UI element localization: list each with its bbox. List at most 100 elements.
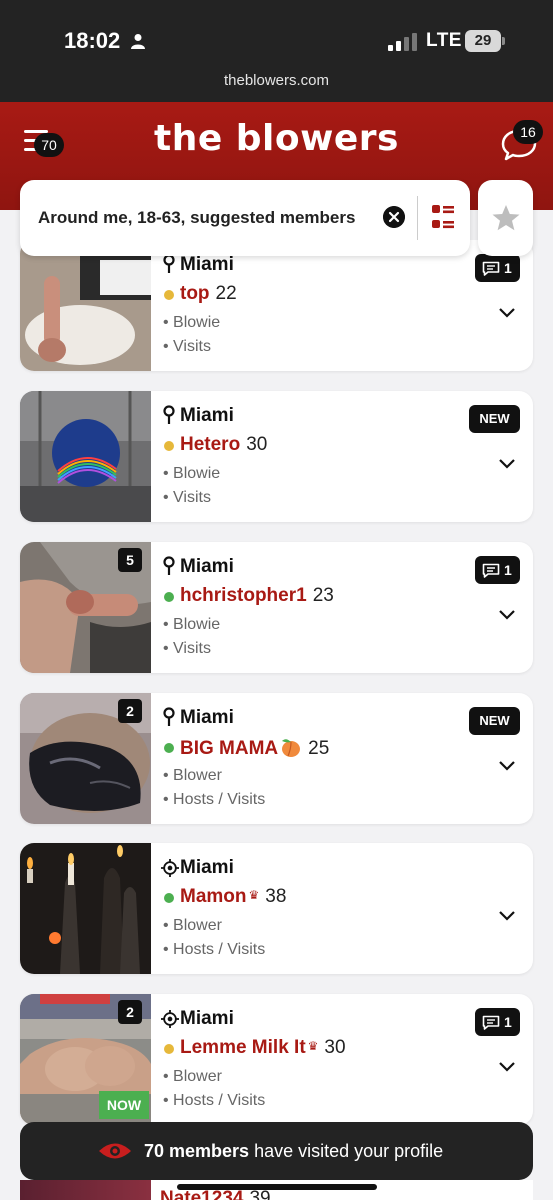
member-card[interactable]: 2 Miami BIG MAMA 25 • Blower • Hosts / Vi… (20, 693, 533, 824)
member-name[interactable]: Lemme Milk It (180, 1037, 306, 1058)
chevron-down-icon[interactable] (498, 909, 516, 923)
page: 18:02 LTE 29 theblowers.com 70 the blowe… (0, 0, 553, 1200)
member-photo[interactable] (20, 240, 151, 371)
chevron-down-icon[interactable] (498, 306, 516, 320)
online-now-badge: NOW (99, 1091, 149, 1119)
status-bar: 18:02 LTE 29 theblowers.com (0, 0, 553, 102)
logo[interactable]: the blowers (0, 118, 553, 159)
member-meet: • Hosts / Visits (163, 941, 266, 958)
gps-icon (161, 859, 179, 877)
status-away-dot (164, 1044, 174, 1054)
member-age: 30 (246, 434, 268, 455)
member-name-line[interactable]: top 22 (180, 283, 237, 305)
member-card[interactable]: 5 Miami hchristopher1 23 • Blowie • Visit… (20, 542, 533, 673)
message-count-badge[interactable]: 1 (475, 1008, 520, 1036)
member-location: Miami (180, 707, 234, 728)
member-name-line[interactable]: hchristopher1 23 (180, 585, 334, 607)
chevron-down-icon[interactable] (498, 457, 516, 471)
member-role: • Blowie (163, 465, 221, 482)
new-badge: NEW (469, 405, 520, 433)
member-location: Miami (180, 556, 234, 577)
member-photo[interactable] (20, 1180, 151, 1200)
message-count-badge[interactable]: 1 (475, 254, 520, 282)
message-count-badge[interactable]: 1 (475, 556, 520, 584)
peach-emoji-icon (282, 739, 301, 757)
eye-icon (99, 1143, 131, 1159)
member-age: 25 (308, 738, 330, 759)
photo-count-badge: 2 (118, 699, 142, 723)
member-role: • Blower (163, 1068, 222, 1085)
member-name[interactable]: top (180, 283, 210, 304)
photo-count-badge: 5 (118, 548, 142, 572)
pin-icon (163, 556, 175, 575)
member-role: • Blower (163, 767, 222, 784)
member-meet: • Visits (163, 489, 211, 506)
network-type: LTE (426, 30, 462, 51)
member-name-line[interactable]: Mamon ♛ 38 (180, 886, 286, 908)
new-badge: NEW (469, 707, 520, 735)
status-time: 18:02 (64, 28, 121, 53)
chevron-down-icon[interactable] (498, 1060, 516, 1074)
photo-count-badge: 2 (118, 1000, 142, 1024)
toast-message: 70 members have visited your profile (144, 1141, 444, 1161)
star-icon (492, 205, 520, 231)
person-icon (131, 34, 145, 49)
member-name-line[interactable]: Lemme Milk It ♛ 30 (180, 1037, 346, 1059)
crown-icon: ♛ (307, 1039, 319, 1053)
member-list: Miami top 22 • Blowie • Visits 1 Miami H… (0, 240, 553, 1200)
member-location: Miami (180, 857, 234, 878)
pin-icon (163, 707, 175, 726)
visitors-toast[interactable]: 70 members have visited your profile (20, 1122, 533, 1180)
member-name-line[interactable]: BIG MAMA 25 (180, 736, 329, 760)
list-view-icon[interactable] (430, 202, 456, 232)
member-location: Miami (180, 254, 234, 275)
member-role: • Blowie (163, 616, 221, 633)
chevron-down-icon[interactable] (498, 608, 516, 622)
divider (417, 196, 418, 240)
member-photo[interactable] (20, 391, 151, 522)
member-meet: • Hosts / Visits (163, 1092, 266, 1109)
signal-icon (388, 33, 417, 51)
member-name[interactable]: Mamon (180, 886, 247, 907)
search-filter-bar[interactable]: Around me, 18-63, suggested members (20, 180, 470, 256)
member-age: 30 (324, 1037, 346, 1058)
member-card[interactable]: Miami Mamon ♛ 38 • Blower • Hosts / Visits (20, 843, 533, 974)
status-online-dot (164, 893, 174, 903)
pin-icon (163, 254, 175, 273)
clear-filter-icon[interactable] (383, 206, 405, 228)
status-away-dot (164, 441, 174, 451)
member-age: 23 (312, 585, 334, 606)
pin-icon (163, 405, 175, 424)
url-bar[interactable]: theblowers.com (0, 72, 553, 89)
chat-badge: 16 (513, 120, 543, 144)
member-location: Miami (180, 1008, 234, 1029)
battery-icon: 29 (465, 30, 505, 52)
chevron-down-icon[interactable] (498, 759, 516, 773)
battery-level: 29 (465, 30, 501, 52)
member-name-line[interactable]: Hetero 30 (180, 434, 267, 456)
status-online-dot (164, 592, 174, 602)
member-role: • Blower (163, 917, 222, 934)
member-age: 22 (215, 283, 237, 304)
favorites-button[interactable] (478, 180, 533, 256)
member-card[interactable]: 2 NOW Miami Lemme Milk It ♛ 30 • Blower • … (20, 994, 533, 1125)
message-icon (482, 1015, 500, 1030)
message-icon (482, 563, 500, 578)
member-name[interactable]: hchristopher1 (180, 585, 307, 606)
member-meet: • Hosts / Visits (163, 791, 266, 808)
member-photo[interactable] (20, 843, 151, 974)
member-location: Miami (180, 405, 234, 426)
home-indicator[interactable] (177, 1184, 377, 1190)
member-card[interactable]: Miami top 22 • Blowie • Visits 1 (20, 240, 533, 371)
member-name[interactable]: Hetero (180, 434, 240, 455)
member-meet: • Visits (163, 338, 211, 355)
member-name[interactable]: BIG MAMA (180, 738, 278, 759)
filter-summary[interactable]: Around me, 18-63, suggested members (38, 208, 355, 228)
crown-icon: ♛ (248, 888, 260, 902)
member-card[interactable]: Miami Hetero 30 • Blowie • Visits NEW (20, 391, 533, 522)
status-online-dot (164, 743, 174, 753)
status-away-dot (164, 290, 174, 300)
member-role: • Blowie (163, 314, 221, 331)
member-meet: • Visits (163, 640, 211, 657)
gps-icon (161, 1010, 179, 1028)
